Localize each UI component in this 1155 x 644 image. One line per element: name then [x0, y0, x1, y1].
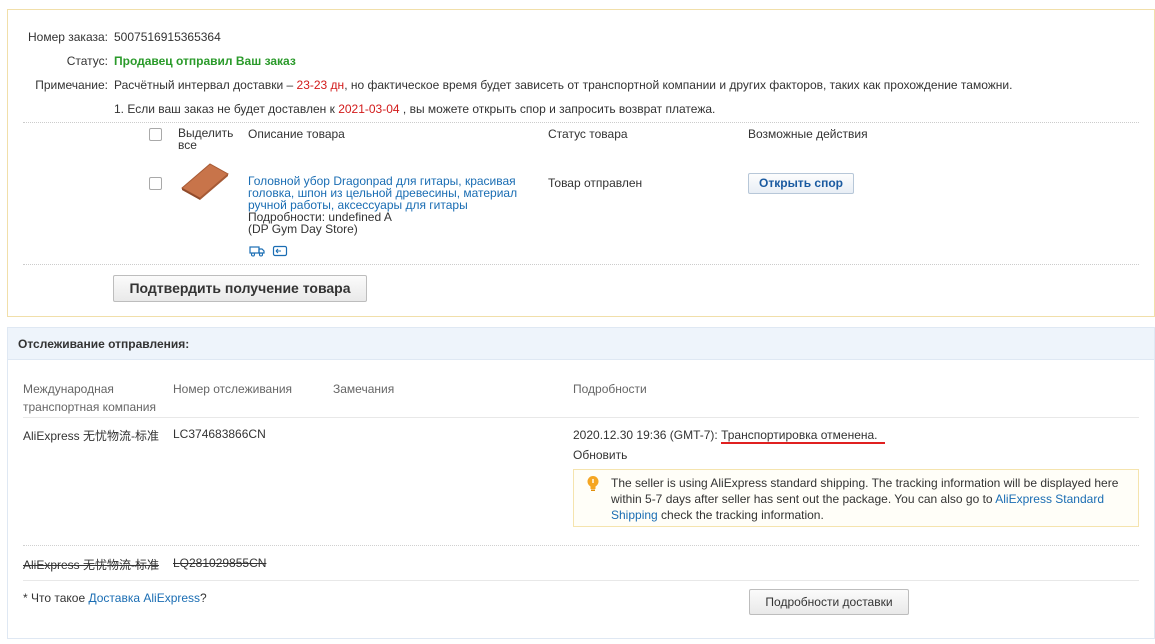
select-all-label: Выделить все: [178, 126, 234, 152]
row1-tracking-number: LC374683866CN: [173, 427, 266, 441]
row1-event: 2020.12.30 19:36 (GMT-7): Транспортировк…: [573, 428, 878, 442]
footer-note: * Что такое Доставка AliExpress?: [23, 591, 207, 605]
row-divider: [23, 580, 1139, 581]
divider: [23, 122, 1139, 123]
tracking-panel: Отслеживание отправления: Международная …: [7, 327, 1155, 639]
product-title-link[interactable]: Головной убор Dragonpad для гитары, крас…: [248, 174, 517, 212]
order-number-value: 5007516915365364: [114, 30, 221, 44]
row2-carrier: AliExpress 无忧物流-标准: [23, 558, 160, 572]
highlight-underline: [721, 442, 885, 444]
truck-icon[interactable]: [249, 245, 265, 257]
product-description: Головной убор Dragonpad для гитары, крас…: [248, 175, 528, 235]
order-status-value: Продавец отправил Ваш заказ: [114, 54, 296, 68]
product-store: (DP Gym Day Store): [248, 222, 358, 236]
refresh-link[interactable]: Обновить: [573, 448, 627, 462]
order-status-label: Статус:: [66, 54, 108, 68]
message-icon[interactable]: [272, 245, 288, 257]
header-divider: [23, 417, 1139, 418]
description-header: Описание товара: [248, 127, 345, 141]
details-column-header: Подробности: [573, 382, 647, 396]
product-checkbox[interactable]: [149, 177, 162, 190]
event-text: Транспортировка отменена.: [721, 428, 878, 442]
tracking-number-column-header: Номер отслеживания: [173, 382, 293, 396]
row-divider: [23, 545, 1139, 546]
order-note-text: Расчётный интервал доставки – 23-23 дн, …: [114, 78, 1012, 92]
status-header: Статус товара: [548, 127, 628, 141]
note-delivery-days: 23-23 дн: [296, 78, 345, 92]
footer-suffix: ?: [200, 591, 207, 605]
divider: [23, 264, 1139, 265]
order-note-label: Примечание:: [35, 78, 108, 92]
note-suffix: , но фактическое время будет зависеть от…: [344, 78, 1013, 92]
shipping-notice: The seller is using AliExpress standard …: [573, 469, 1139, 527]
order-note-2: 1. Если ваш заказ не будет доставлен к 2…: [114, 102, 715, 116]
tracking-title: Отслеживание отправления:: [8, 328, 1154, 360]
event-time: 2020.12.30 19:36 (GMT-7):: [573, 428, 718, 442]
carrier-column-header: Международная транспортная компания: [23, 382, 156, 414]
row2-tracking-number: LQ281029855CN: [173, 556, 267, 570]
product-image[interactable]: [180, 162, 230, 200]
note-prefix: Расчётный интервал доставки –: [114, 78, 297, 92]
note2-date: 2021-03-04: [338, 102, 400, 116]
lightbulb-icon: [587, 476, 599, 491]
notice-suffix: check the tracking information.: [657, 508, 824, 522]
select-all-checkbox[interactable]: [149, 128, 162, 141]
open-dispute-button[interactable]: Открыть спор: [748, 173, 854, 194]
aliexpress-delivery-link[interactable]: Доставка AliExpress: [88, 591, 200, 605]
order-number-label: Номер заказа:: [27, 30, 108, 44]
actions-header: Возможные действия: [748, 127, 868, 141]
order-panel: Номер заказа: 5007516915365364 Статус: П…: [7, 9, 1155, 317]
footer-prefix: * Что такое: [23, 591, 89, 605]
delivery-details-button[interactable]: Подробности доставки: [749, 589, 909, 615]
note2-suffix: , вы можете открыть спор и запросить воз…: [399, 102, 716, 116]
notice-text: The seller is using AliExpress standard …: [611, 475, 1123, 523]
row1-carrier: AliExpress 无忧物流-标准: [23, 429, 160, 443]
note2-prefix: 1. Если ваш заказ не будет доставлен к: [114, 102, 339, 116]
confirm-receipt-button[interactable]: Подтвердить получение товара: [113, 275, 367, 302]
product-status: Товар отправлен: [548, 176, 643, 190]
remarks-column-header: Замечания: [333, 382, 395, 396]
